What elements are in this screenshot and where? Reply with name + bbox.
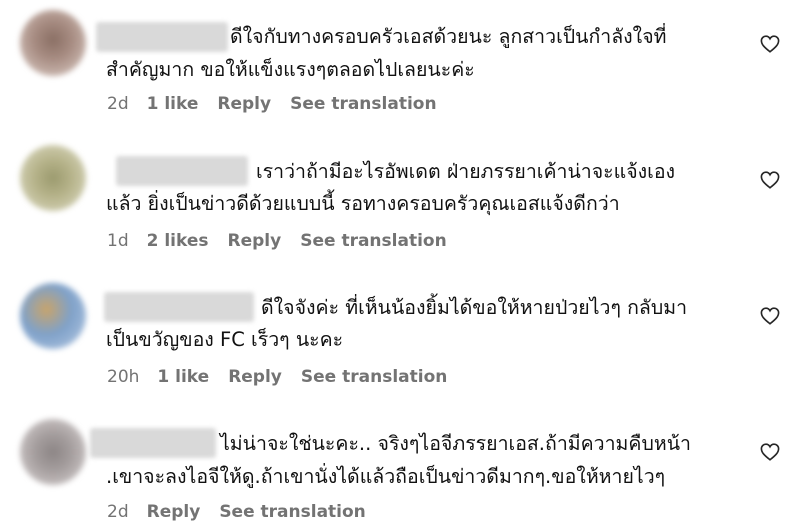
- comment-timestamp: 20h: [107, 367, 140, 387]
- heart-icon[interactable]: [760, 307, 780, 325]
- see-translation-link[interactable]: See translation: [301, 367, 447, 387]
- see-translation-link[interactable]: See translation: [290, 94, 436, 114]
- comment-timestamp: 2d: [107, 502, 129, 522]
- like-count[interactable]: 1 like: [157, 367, 209, 387]
- comment-text-line: ดีใจจังค่ะ ที่เห็นน้องยิ้มได้ขอให้หายป่ว…: [261, 296, 688, 319]
- comment-text-line: ไม่น่าจะใช่นะคะ.. จริงๆไอจีภรรยาเอส.ถ้าม…: [220, 432, 691, 455]
- comment-meta: 1d 2 likes Reply See translation: [107, 231, 447, 251]
- comment-meta: 2d 1 like Reply See translation: [107, 94, 437, 114]
- comment-text: สำคัญมาก ขอให้แข็งแรงๆตลอดไปเลยนะค่ะ: [106, 53, 746, 86]
- like-count[interactable]: 1 like: [147, 94, 199, 114]
- comment-text: ดีใจกับทางครอบครัวเอสด้วยนะ ลูกสาวเป็นกำ…: [230, 20, 750, 53]
- comment-text-line: เป็นขวัญของ FC เร็วๆ นะคะ: [106, 328, 344, 351]
- heart-icon[interactable]: [760, 171, 780, 189]
- comment-text: เราว่าถ้ามีอะไรอัพเดต ฝ่ายภรรยาเค้าน่าจะ…: [256, 155, 756, 188]
- comment-text-line: แล้ว ยิ่งเป็นข่าวดีด้วยแบบนี้ รอทางครอบค…: [106, 192, 620, 215]
- reply-button[interactable]: Reply: [217, 94, 271, 114]
- avatar[interactable]: [20, 10, 86, 76]
- comment-text: เป็นขวัญของ FC เร็วๆ นะคะ: [106, 323, 746, 356]
- username-blurred[interactable]: [96, 22, 228, 52]
- comment-timestamp: 2d: [107, 94, 129, 114]
- reply-button[interactable]: Reply: [147, 502, 201, 522]
- heart-icon[interactable]: [760, 35, 780, 53]
- comment-timestamp: 1d: [107, 231, 129, 251]
- username-blurred[interactable]: [116, 156, 248, 186]
- see-translation-link[interactable]: See translation: [300, 231, 446, 251]
- username-blurred[interactable]: [90, 428, 216, 458]
- comment-text: ไม่น่าจะใช่นะคะ.. จริงๆไอจีภรรยาเอส.ถ้าม…: [220, 427, 750, 460]
- heart-icon[interactable]: [760, 443, 780, 461]
- comment-text-line: สำคัญมาก ขอให้แข็งแรงๆตลอดไปเลยนะค่ะ: [106, 58, 475, 81]
- username-blurred[interactable]: [104, 292, 254, 322]
- comment-text: แล้ว ยิ่งเป็นข่าวดีด้วยแบบนี้ รอทางครอบค…: [106, 187, 746, 220]
- comment-meta: 2d Reply See translation: [107, 502, 366, 522]
- comment-text-line: .เขาจะลงไอจีให้ดู.ถ้าเขานั่งได้แล้วถือเป…: [106, 465, 666, 488]
- avatar[interactable]: [20, 419, 86, 485]
- like-count[interactable]: 2 likes: [147, 231, 209, 251]
- avatar[interactable]: [20, 145, 86, 211]
- avatar[interactable]: [20, 283, 86, 349]
- comment-meta: 20h 1 like Reply See translation: [107, 367, 447, 387]
- reply-button[interactable]: Reply: [228, 367, 282, 387]
- reply-button[interactable]: Reply: [228, 231, 282, 251]
- comment-text-line: ดีใจกับทางครอบครัวเอสด้วยนะ ลูกสาวเป็นกำ…: [230, 25, 667, 48]
- comment-text-line: เราว่าถ้ามีอะไรอัพเดต ฝ่ายภรรยาเค้าน่าจะ…: [256, 160, 676, 183]
- comment-text: .เขาจะลงไอจีให้ดู.ถ้าเขานั่งได้แล้วถือเป…: [106, 460, 746, 493]
- comment-text: ดีใจจังค่ะ ที่เห็นน้องยิ้มได้ขอให้หายป่ว…: [261, 291, 761, 324]
- see-translation-link[interactable]: See translation: [219, 502, 365, 522]
